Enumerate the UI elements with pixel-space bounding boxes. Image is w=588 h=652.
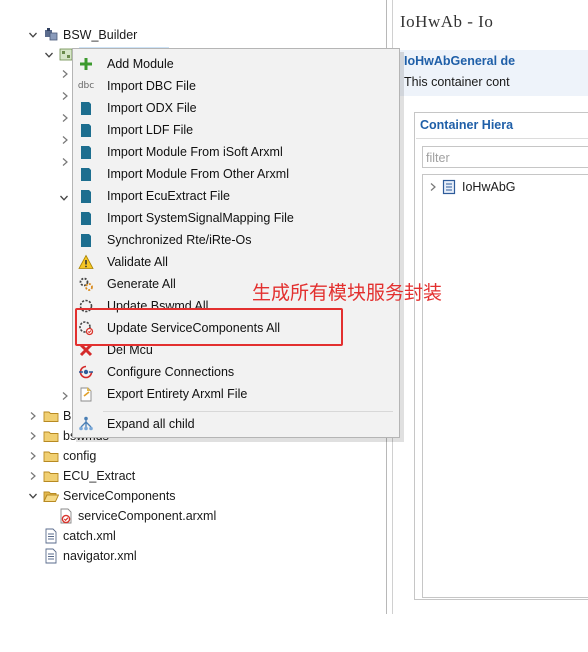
menu-item-import-signal-mapping[interactable]: Import SystemSignalMapping File (73, 207, 399, 229)
connections-icon (78, 364, 94, 380)
menu-item-label: Export Entirety Arxml File (107, 387, 248, 401)
tree-item-label: BSW_Builder (63, 28, 138, 42)
filter-placeholder: filter (426, 151, 450, 165)
menu-item-label: Import LDF File (107, 123, 194, 137)
menu-item-synchronize-rte[interactable]: Synchronized Rte/iRte-Os (73, 229, 399, 251)
context-menu: Add Module dbc Import DBC File Import OD… (72, 48, 400, 438)
menu-item-label: Import ODX File (107, 101, 197, 115)
import-icon (78, 122, 94, 138)
tree-item-label: ECU_Extract (63, 469, 136, 483)
folder-icon (43, 408, 59, 424)
section-description: This container cont (404, 75, 510, 89)
panel-title[interactable]: Container Hiera (420, 118, 513, 132)
tree-item-folder[interactable]: ServiceComponents (27, 486, 176, 506)
chevron-right-icon[interactable] (61, 134, 69, 148)
annotation-text: 生成所有模块服务封装 (252, 282, 443, 304)
menu-item-label: Import EcuExtract File (107, 189, 230, 203)
menu-item-label: Synchronized Rte/iRte-Os (107, 233, 252, 247)
divider (416, 138, 588, 139)
container-tree-item[interactable]: IoHwAbG (428, 177, 516, 197)
chevron-right-icon[interactable] (61, 390, 69, 404)
annotation-highlight-box (75, 308, 343, 346)
chevron-right-icon[interactable] (27, 410, 39, 422)
generate-icon (78, 276, 94, 292)
tree-item-label: serviceComponent.arxml (78, 509, 217, 523)
folder-icon (43, 428, 59, 444)
editor-title: IoHwAb - Io (400, 12, 494, 31)
menu-item-label: Import Module From iSoft Arxml (107, 145, 283, 159)
menu-item-label: Validate All (107, 255, 168, 269)
menu-item-validate-all[interactable]: Validate All (73, 251, 399, 273)
project-icon (43, 27, 59, 43)
import-icon (78, 100, 94, 116)
chevron-down-icon[interactable] (59, 192, 69, 206)
menu-item-import-other-arxml[interactable]: Import Module From Other Arxml (73, 163, 399, 185)
menu-item-export-arxml[interactable]: Export Entirety Arxml File (73, 383, 399, 405)
tree-item-folder[interactable]: config (27, 446, 96, 466)
tree-item-label: ServiceComponents (63, 489, 176, 503)
menu-item-add-module[interactable]: Add Module (73, 53, 399, 75)
folder-icon (43, 448, 59, 464)
folder-open-icon (43, 488, 59, 504)
chevron-down-icon[interactable] (43, 49, 55, 61)
chevron-down-icon[interactable] (27, 29, 39, 41)
import-icon (78, 210, 94, 226)
import-icon (78, 144, 94, 160)
add-icon (78, 56, 94, 72)
chevron-right-icon[interactable] (27, 450, 39, 462)
tree-item-file[interactable]: serviceComponent.arxml (58, 506, 216, 526)
tree-item-file[interactable]: catch.xml (43, 526, 116, 546)
chevron-right-icon[interactable] (428, 182, 440, 192)
menu-item-import-odx[interactable]: Import ODX File (73, 97, 399, 119)
menu-item-import-dbc[interactable]: dbc Import DBC File (73, 75, 399, 97)
container-tree-label: IoHwAbG (462, 180, 516, 194)
chevron-right-icon[interactable] (61, 156, 69, 170)
xml-file-icon (43, 548, 59, 564)
container-icon (442, 179, 458, 195)
arxml-file-icon (58, 508, 74, 524)
chevron-right-icon[interactable] (61, 112, 69, 126)
expand-tree-icon (78, 416, 94, 432)
menu-item-label: Import DBC File (107, 79, 196, 93)
tree-item-label: catch.xml (63, 529, 116, 543)
menu-item-import-ecuextract[interactable]: Import EcuExtract File (73, 185, 399, 207)
folder-icon (43, 468, 59, 484)
tree-item-bsw-builder[interactable]: BSW_Builder (27, 25, 137, 45)
xml-file-icon (43, 528, 59, 544)
chevron-right-icon[interactable] (27, 470, 39, 482)
chevron-down-icon[interactable] (27, 490, 39, 502)
menu-separator (103, 411, 393, 412)
sync-icon (78, 232, 94, 248)
menu-item-expand-all-child[interactable]: Expand all child (73, 413, 399, 435)
dbc-icon: dbc (77, 81, 95, 91)
menu-item-label: Import SystemSignalMapping File (107, 211, 294, 225)
menu-item-label: Expand all child (107, 417, 195, 431)
import-icon (78, 166, 94, 182)
chevron-right-icon[interactable] (61, 90, 69, 104)
tree-item-folder[interactable]: ECU_Extract (27, 466, 135, 486)
menu-item-label: Add Module (107, 57, 174, 71)
section-title: IoHwAbGeneral de (404, 54, 516, 68)
menu-item-label: Configure Connections (107, 365, 235, 379)
export-icon (78, 386, 94, 402)
container-tree (422, 174, 588, 598)
menu-item-label: Import Module From Other Arxml (107, 167, 289, 181)
menu-item-import-ldf[interactable]: Import LDF File (73, 119, 399, 141)
menu-item-label: Generate All (107, 277, 176, 291)
warning-icon (78, 254, 94, 270)
tree-item-label: config (63, 449, 97, 463)
import-icon (78, 188, 94, 204)
tree-item-file[interactable]: navigator.xml (43, 546, 137, 566)
tree-item-label: navigator.xml (63, 549, 137, 563)
chevron-right-icon[interactable] (61, 68, 69, 82)
chevron-right-icon[interactable] (27, 430, 39, 442)
menu-item-configure-connections[interactable]: Configure Connections (73, 361, 399, 383)
menu-item-import-isoft-arxml[interactable]: Import Module From iSoft Arxml (73, 141, 399, 163)
